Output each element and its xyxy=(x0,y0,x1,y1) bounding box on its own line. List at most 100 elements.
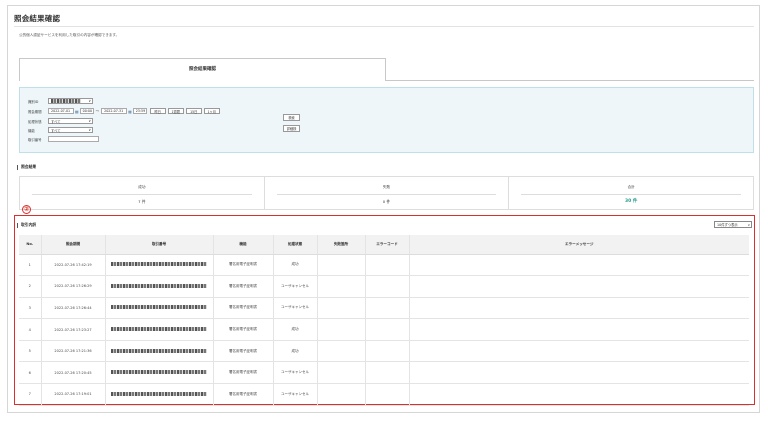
chevron-down-icon: ∨ xyxy=(88,128,91,132)
table-row[interactable]: 4 2022-07-26 17:23:27 署名用電子証明書 成功 xyxy=(19,318,749,341)
chevron-down-icon: ∨ xyxy=(88,99,91,103)
time-to-input[interactable]: 23:59 xyxy=(132,108,147,114)
chevron-down-icon: ∨ xyxy=(747,222,750,227)
calendar-icon[interactable]: ▦ xyxy=(128,109,132,114)
section-bar xyxy=(17,164,18,170)
table-row[interactable]: 7 2022-07-26 17:19:01 署名用電子証明書 ユーザキャンセル xyxy=(19,383,749,406)
cell-no: 7 xyxy=(19,383,42,406)
period-label: 照会期間 xyxy=(28,109,42,114)
cell-function: 署名用電子証明書 xyxy=(213,318,274,341)
summary-failure-label: 失敗 xyxy=(382,185,391,189)
cell-fail-point xyxy=(317,340,366,363)
service-id-row: 識別ID ∨ xyxy=(28,97,93,105)
txn-no-input[interactable] xyxy=(48,136,99,142)
masked-value xyxy=(111,370,207,375)
tab-inquiry-result[interactable]: 照会結果確認 xyxy=(19,58,386,81)
details-title-text: 取引内訳 xyxy=(21,222,37,227)
status-select-value: すべて xyxy=(51,119,61,124)
summary-failure-value: 0 件 xyxy=(382,199,391,204)
summary-section-title: 照会結果 xyxy=(17,164,36,170)
masked-value xyxy=(111,327,207,332)
table-row[interactable]: 2 2022-07-26 17:26:29 署名用電子証明書 ユーザキャンセル xyxy=(19,275,749,298)
summary-total-value[interactable]: 30 件 xyxy=(509,198,753,204)
cell-function: 署名用電子証明書 xyxy=(213,340,274,363)
table-header-row: No. 照会期間 取引番号 機能 処理状態 失敗箇所 エラーコード エラーメッセ… xyxy=(19,235,749,255)
chevron-down-icon: ∨ xyxy=(88,119,91,123)
cell-txn-no xyxy=(105,297,214,320)
summary-table: 成功 7 件 失敗 0 件 合計 30 件 xyxy=(19,176,754,210)
function-select-value: すべて xyxy=(51,128,61,133)
cell-status: 成功 xyxy=(273,340,318,363)
masked-value xyxy=(111,262,207,267)
divider xyxy=(32,194,252,195)
cell-datetime: 2022-07-26 17:42:19 xyxy=(41,254,106,277)
cell-status: ユーザキャンセル xyxy=(273,275,318,298)
advanced-search-button[interactable]: 詳細検 xyxy=(283,125,300,132)
cell-no: 1 xyxy=(19,254,42,277)
cell-fail-point xyxy=(317,254,366,277)
date-from-input[interactable]: 2022-07-01 xyxy=(48,108,74,114)
quick-1week-button[interactable]: 1週間 xyxy=(167,108,184,114)
masked-value xyxy=(111,283,207,288)
cell-status: ユーザキャンセル xyxy=(273,361,318,385)
col-fail-point: 失敗箇所 xyxy=(317,235,366,255)
cell-txn-no xyxy=(105,361,214,385)
cell-no: 4 xyxy=(19,318,42,341)
table-row[interactable]: 5 2022-07-26 17:21:36 署名用電子証明書 成功 xyxy=(19,340,749,363)
quick-1month-button[interactable]: 1ヶ月 xyxy=(203,108,220,114)
function-label: 機能 xyxy=(28,128,35,133)
cell-error-code xyxy=(365,318,410,341)
table-row[interactable]: 6 2022-07-26 17:20:45 署名用電子証明書 ユーザキャンセル xyxy=(19,361,749,385)
cell-error-message xyxy=(409,340,749,363)
transactions-table: No. 照会期間 取引番号 機能 処理状態 失敗箇所 エラーコード エラーメッセ… xyxy=(19,235,749,406)
cell-fail-point xyxy=(317,297,366,320)
cell-function: 署名用電子証明書 xyxy=(213,254,274,277)
cell-txn-no xyxy=(105,383,214,406)
cell-error-code xyxy=(365,361,410,385)
cell-function: 署名用電子証明書 xyxy=(213,361,274,385)
table-row[interactable]: 3 2022-07-26 17:26:44 署名用電子証明書 ユーザキャンセル xyxy=(19,297,749,320)
quick-yesterday-button[interactable]: 昨日 xyxy=(149,108,166,114)
section-bar xyxy=(17,222,18,228)
cell-txn-no xyxy=(105,254,214,277)
cell-datetime: 2022-07-26 17:23:27 xyxy=(41,318,106,341)
cell-error-message xyxy=(409,318,749,341)
masked-value xyxy=(51,99,81,103)
cell-status: 成功 xyxy=(273,254,318,277)
cell-error-message xyxy=(409,254,749,277)
status-row: 処理状態 すべて ∨ xyxy=(28,117,93,125)
cell-txn-no xyxy=(105,340,214,363)
cell-fail-point xyxy=(317,318,366,341)
function-select[interactable]: すべて ∨ xyxy=(48,127,93,133)
summary-total-label: 合計 xyxy=(627,185,635,189)
cell-status: ユーザキャンセル xyxy=(273,297,318,320)
date-to-input[interactable]: 2022-07-31 xyxy=(101,108,128,114)
status-select[interactable]: すべて ∨ xyxy=(48,118,93,124)
tab-bar-line xyxy=(386,80,754,81)
page-size-select[interactable]: 10件ずつ表示 ∨ xyxy=(714,221,752,228)
divider xyxy=(521,194,742,195)
table-row[interactable]: 1 2022-07-26 17:42:19 署名用電子証明書 成功 xyxy=(19,254,749,277)
range-separator: ～ xyxy=(95,108,100,113)
cell-fail-point xyxy=(317,275,366,298)
calendar-icon[interactable]: ▦ xyxy=(75,109,79,114)
col-function: 機能 xyxy=(213,235,274,255)
cell-no: 3 xyxy=(19,297,42,320)
quick-15days-button[interactable]: 15日 xyxy=(185,108,202,114)
cell-error-message xyxy=(409,361,749,385)
cell-no: 5 xyxy=(19,340,42,363)
time-from-input[interactable]: 00:00 xyxy=(79,108,94,114)
service-id-select[interactable]: ∨ xyxy=(48,98,93,104)
masked-value xyxy=(111,305,207,310)
masked-value xyxy=(111,391,207,396)
txn-no-label: 取引番号 xyxy=(28,137,42,142)
summary-total: 合計 30 件 xyxy=(509,177,753,209)
txn-no-row: 取引番号 xyxy=(28,135,99,143)
cell-datetime: 2022-07-26 17:26:44 xyxy=(41,297,106,320)
cell-datetime: 2022-07-26 17:19:01 xyxy=(41,383,106,406)
cell-no: 6 xyxy=(19,361,42,385)
col-error-message: エラーメッセージ xyxy=(409,235,749,255)
cell-error-code xyxy=(365,254,410,277)
search-button[interactable]: 検索 xyxy=(283,114,300,121)
cell-error-message xyxy=(409,383,749,406)
